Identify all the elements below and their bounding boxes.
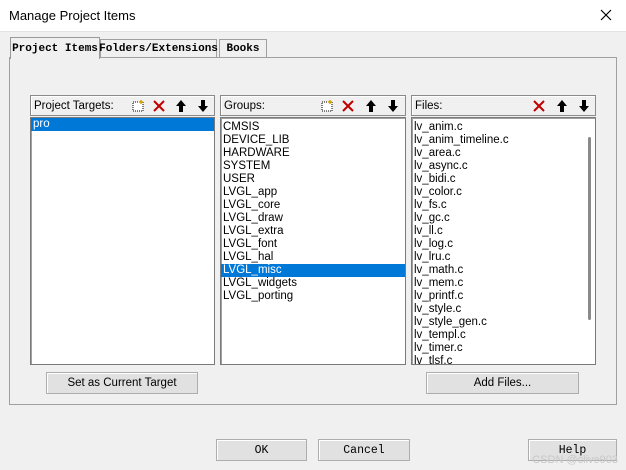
- title-bar: Manage Project Items: [0, 0, 626, 32]
- list-item[interactable]: lv_fs.c: [412, 199, 595, 212]
- list-item[interactable]: lv_area.c: [412, 147, 595, 160]
- arrow-down-icon: [388, 100, 398, 112]
- list-item[interactable]: HARDWARE: [221, 147, 405, 160]
- groups-header: Groups:: [220, 95, 406, 116]
- targets-header: Project Targets:: [30, 95, 215, 116]
- list-item[interactable]: LVGL_app: [221, 186, 405, 199]
- delete-icon: [533, 100, 545, 112]
- move-group-down-button[interactable]: [383, 97, 403, 115]
- list-item[interactable]: LVGL_font: [221, 238, 405, 251]
- arrow-up-icon: [557, 100, 567, 112]
- list-item[interactable]: LVGL_misc: [221, 264, 405, 277]
- close-button[interactable]: [586, 0, 626, 30]
- new-target-button[interactable]: [128, 97, 148, 115]
- move-target-down-button[interactable]: [193, 97, 213, 115]
- files-label: Files:: [415, 100, 443, 112]
- list-item[interactable]: lv_anim.c: [412, 121, 595, 134]
- add-files-button[interactable]: Add Files...: [426, 372, 579, 394]
- move-file-down-button[interactable]: [574, 97, 594, 115]
- tab-project-items[interactable]: Project Items: [10, 37, 100, 59]
- list-item[interactable]: lv_mem.c: [412, 277, 595, 290]
- tab-folders-extensions[interactable]: Folders/Extensions: [99, 39, 218, 58]
- set-current-target-button[interactable]: Set as Current Target: [46, 372, 198, 394]
- list-item[interactable]: lv_async.c: [412, 160, 595, 173]
- groups-list[interactable]: CMSIS DEVICE_LIB HARDWARE SYSTEM USER LVGL_ap…: [220, 117, 406, 365]
- list-item[interactable]: lv_lru.c: [412, 251, 595, 264]
- list-item[interactable]: lv_templ.c: [412, 329, 595, 342]
- list-item[interactable]: lv_style.c: [412, 303, 595, 316]
- new-item-icon: [321, 100, 333, 112]
- scrollbar-thumb[interactable]: [588, 137, 591, 320]
- new-item-icon: [132, 100, 144, 112]
- delete-icon: [153, 100, 165, 112]
- list-item[interactable]: lv_math.c: [412, 264, 595, 277]
- list-item[interactable]: lv_printf.c: [412, 290, 595, 303]
- close-icon: [600, 9, 612, 21]
- list-item[interactable]: lv_tlsf.c: [412, 355, 595, 364]
- cancel-button[interactable]: Cancel: [318, 439, 410, 461]
- move-target-up-button[interactable]: [171, 97, 191, 115]
- list-item[interactable]: LVGL_core: [221, 199, 405, 212]
- list-item[interactable]: lv_bidi.c: [412, 173, 595, 186]
- targets-label: Project Targets:: [34, 100, 114, 112]
- list-item[interactable]: DEVICE_LIB: [221, 134, 405, 147]
- new-group-button[interactable]: [317, 97, 337, 115]
- list-item[interactable]: lv_anim_timeline.c: [412, 134, 595, 147]
- arrow-down-icon: [579, 100, 589, 112]
- move-file-up-button[interactable]: [552, 97, 572, 115]
- list-item[interactable]: SYSTEM: [221, 160, 405, 173]
- list-item[interactable]: pro: [31, 118, 214, 131]
- groups-label: Groups:: [224, 100, 265, 112]
- list-item[interactable]: LVGL_hal: [221, 251, 405, 264]
- list-item[interactable]: lv_ll.c: [412, 225, 595, 238]
- list-item[interactable]: lv_log.c: [412, 238, 595, 251]
- list-item[interactable]: CMSIS: [221, 121, 405, 134]
- arrow-up-icon: [176, 100, 186, 112]
- list-item[interactable]: lv_color.c: [412, 186, 595, 199]
- list-item[interactable]: USER: [221, 173, 405, 186]
- delete-target-button[interactable]: [149, 97, 169, 115]
- ok-button[interactable]: OK: [216, 439, 307, 461]
- move-group-up-button[interactable]: [361, 97, 381, 115]
- files-scrollbar[interactable]: [584, 119, 594, 363]
- targets-list[interactable]: pro: [30, 117, 215, 365]
- window-title: Manage Project Items: [9, 8, 136, 23]
- list-item[interactable]: lv_gc.c: [412, 212, 595, 225]
- list-item[interactable]: lv_timer.c: [412, 342, 595, 355]
- tab-books[interactable]: Books: [219, 39, 267, 58]
- watermark: CSDN @clive903: [532, 454, 618, 466]
- list-item[interactable]: LVGL_extra: [221, 225, 405, 238]
- list-item[interactable]: LVGL_draw: [221, 212, 405, 225]
- list-item[interactable]: lv_style_gen.c: [412, 316, 595, 329]
- files-list[interactable]: lv_anim.c lv_anim_timeline.c lv_area.c lv_a…: [411, 117, 596, 365]
- list-item[interactable]: LVGL_widgets: [221, 277, 405, 290]
- list-item[interactable]: LVGL_porting: [221, 290, 405, 303]
- delete-file-button[interactable]: [529, 97, 549, 115]
- arrow-up-icon: [366, 100, 376, 112]
- delete-icon: [342, 100, 354, 112]
- arrow-down-icon: [198, 100, 208, 112]
- delete-group-button[interactable]: [338, 97, 358, 115]
- files-header: Files:: [411, 95, 596, 116]
